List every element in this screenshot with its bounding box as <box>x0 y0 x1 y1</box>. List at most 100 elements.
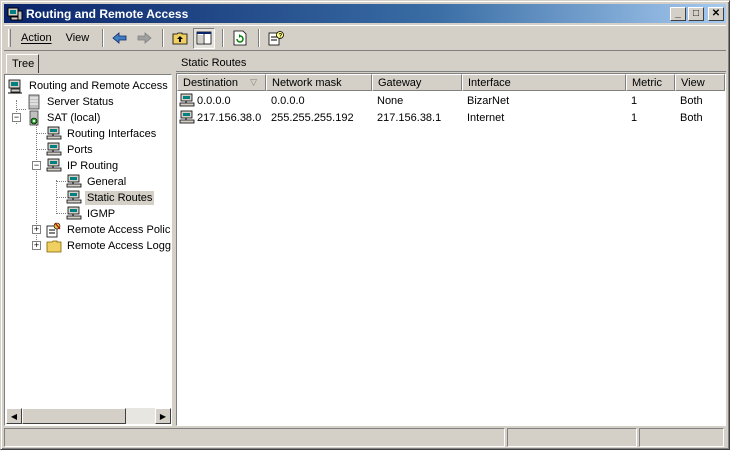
collapse-ip-routing-button[interactable]: − <box>32 161 41 170</box>
column-destination[interactable]: Destination ▽ <box>177 74 266 91</box>
tree-horizontal-scrollbar[interactable]: ◀ ▶ <box>6 408 171 424</box>
tree-node-ports[interactable]: Ports <box>46 142 95 158</box>
server-computer-icon <box>8 79 22 94</box>
toolbar-separator <box>102 29 105 47</box>
show-hide-tree-button[interactable] <box>193 27 216 49</box>
scroll-left-button[interactable]: ◀ <box>6 408 22 424</box>
properties-button[interactable]: ? <box>265 28 287 49</box>
expand-remote-access-logging-button[interactable]: + <box>32 241 41 250</box>
tab-tree-label: Tree <box>12 58 35 70</box>
cell-interface: Internet <box>467 112 505 124</box>
window-title: Routing and Remote Access <box>26 7 189 21</box>
tree-node-remote-access-logging[interactable]: Remote Access Logging <box>46 238 171 254</box>
tree-content: − − + + Routing and Remote Access Server… <box>6 76 171 410</box>
scroll-track[interactable] <box>126 408 155 424</box>
table-row[interactable]: 0.0.0.0 0.0.0.0 None BizarNet 1 Both <box>177 93 725 109</box>
tree-node-label: SAT (local) <box>47 112 101 124</box>
refresh-icon <box>233 30 247 46</box>
scroll-thumb[interactable] <box>22 408 126 424</box>
menu-view[interactable]: View <box>60 30 96 46</box>
close-icon: ✕ <box>711 7 721 19</box>
expand-remote-access-policies-button[interactable]: + <box>32 225 41 234</box>
routes-list[interactable]: Destination ▽ Network mask Gateway Inter… <box>176 73 726 426</box>
network-icon <box>46 142 62 156</box>
toolbar-separator <box>162 29 165 47</box>
properties-help-icon: ? <box>268 31 285 46</box>
column-label: Gateway <box>378 77 422 89</box>
tree-node-remote-access-policies[interactable]: Remote Access Policies <box>46 222 171 238</box>
collapse-sat-button[interactable]: − <box>12 113 21 122</box>
tree-node-general[interactable]: General <box>66 174 128 190</box>
tree-node-label: Remote Access Policies <box>67 224 171 236</box>
tree-node-routing-remote-access[interactable]: Routing and Remote Access <box>8 78 170 94</box>
details-header: Static Routes <box>176 53 726 72</box>
column-metric[interactable]: Metric <box>626 74 675 91</box>
folder-icon <box>46 240 62 253</box>
maximize-icon: □ <box>692 7 700 19</box>
tree-pane: Tree − − + + Routing and Remote Access S… <box>4 52 172 426</box>
status-panel-3 <box>639 428 724 447</box>
column-view[interactable]: View <box>675 74 725 91</box>
tree-connector <box>56 181 66 182</box>
policy-icon <box>46 222 61 238</box>
scroll-left-icon: ◀ <box>10 411 18 421</box>
column-label: Metric <box>632 77 662 89</box>
column-interface[interactable]: Interface <box>462 74 626 91</box>
scroll-right-icon: ▶ <box>159 411 167 421</box>
column-label: Network mask <box>272 77 342 89</box>
tree-node-label: Remote Access Logging <box>67 240 171 252</box>
details-pane: Static Routes Destination ▽ Network mask… <box>176 52 726 426</box>
tree-node-routing-interfaces[interactable]: Routing Interfaces <box>46 126 158 142</box>
network-icon <box>46 126 62 140</box>
show-hide-tree-icon <box>196 31 212 45</box>
tab-tree[interactable]: Tree <box>6 54 39 73</box>
list-header: Destination ▽ Network mask Gateway Inter… <box>177 74 725 91</box>
tree-view[interactable]: − − + + Routing and Remote Access Server… <box>4 74 172 426</box>
cell-destination: 0.0.0.0 <box>177 93 266 109</box>
sort-descending-icon: ▽ <box>250 77 257 87</box>
tree-node-label: Routing and Remote Access <box>29 80 168 92</box>
minimize-button[interactable]: _ <box>670 6 686 21</box>
menu-toolbar: Action View ? <box>4 25 726 51</box>
cell-view: Both <box>680 112 703 124</box>
tree-node-sat-local[interactable]: SAT (local) <box>26 110 102 126</box>
column-gateway[interactable]: Gateway <box>372 74 462 91</box>
maximize-button[interactable]: □ <box>688 6 704 21</box>
status-panel-main <box>4 428 505 447</box>
up-one-level-button[interactable] <box>169 28 191 49</box>
app-icon <box>7 7 23 20</box>
tree-node-server-status[interactable]: Server Status <box>26 94 116 110</box>
server-status-icon <box>28 94 40 110</box>
tree-node-static-routes[interactable]: Static Routes <box>66 190 155 206</box>
tree-node-label: General <box>87 176 127 188</box>
tree-connector <box>56 197 66 198</box>
cell-gateway: None <box>377 95 404 107</box>
tree-node-label: IP Routing <box>67 160 119 172</box>
cell-destination-text: 0.0.0.0 <box>197 95 231 107</box>
network-icon <box>66 206 82 220</box>
forward-button[interactable] <box>133 28 155 49</box>
status-panel-2 <box>507 428 637 447</box>
tree-node-label: Ports <box>67 144 93 156</box>
network-icon <box>66 190 82 204</box>
network-icon <box>46 158 62 172</box>
cell-mask: 0.0.0.0 <box>271 95 305 107</box>
svg-text:?: ? <box>279 34 283 40</box>
toolbar-grip[interactable] <box>8 29 11 47</box>
refresh-button[interactable] <box>229 28 251 49</box>
menu-action[interactable]: Action <box>15 30 58 46</box>
scroll-right-button[interactable]: ▶ <box>155 408 171 424</box>
close-button[interactable]: ✕ <box>708 6 724 21</box>
network-icon <box>66 174 82 188</box>
tree-node-igmp[interactable]: IGMP <box>66 206 117 222</box>
back-button[interactable] <box>109 28 131 49</box>
menu-action-label: Action <box>21 32 52 44</box>
column-network-mask[interactable]: Network mask <box>266 74 372 91</box>
tree-connector <box>36 133 46 134</box>
cell-metric: 1 <box>631 95 638 107</box>
status-bar <box>4 428 726 448</box>
table-row[interactable]: 217.156.38.0 255.255.255.192 217.156.38.… <box>177 110 725 126</box>
title-bar[interactable]: Routing and Remote Access _ □ ✕ <box>4 4 726 23</box>
tree-node-ip-routing[interactable]: IP Routing <box>46 158 120 174</box>
cell-destination: 217.156.38.0 <box>177 110 266 126</box>
